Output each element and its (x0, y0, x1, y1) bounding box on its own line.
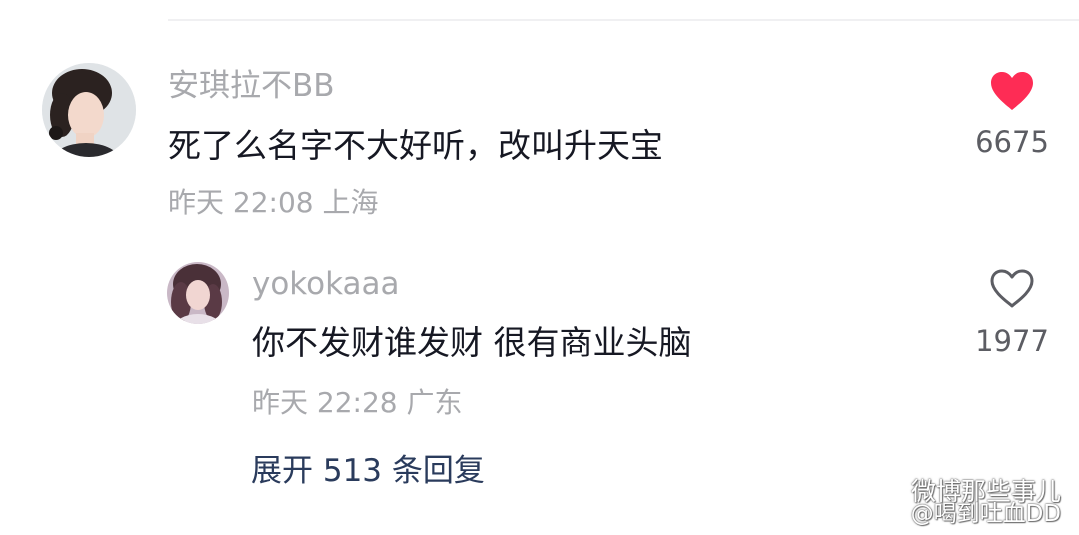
like-heart-filled-icon[interactable] (989, 71, 1035, 115)
like-heart-outline-icon[interactable] (989, 268, 1035, 314)
replier-avatar[interactable] (167, 262, 229, 324)
commenter-username[interactable]: 安琪拉不BB (168, 71, 335, 102)
top-divider (168, 19, 1079, 21)
comment-like-count: 6675 (975, 125, 1049, 159)
comment-location: 上海 (322, 186, 379, 219)
commenter-avatar[interactable] (42, 63, 136, 157)
comment-meta: 昨天 22:08 上海 (168, 189, 379, 217)
watermark-handle: @喝到吐血DD (910, 501, 1061, 527)
replier-username[interactable]: yokokaaa (252, 269, 400, 300)
reply-location: 广东 (406, 386, 463, 419)
reply-meta: 昨天 22:28 广东 (252, 389, 463, 417)
watermark-channel-text: 微博那些事儿 (910, 476, 1061, 506)
wechat-icon (871, 476, 905, 506)
reply-time: 昨天 22:28 (252, 386, 398, 419)
comment-time: 昨天 22:08 (168, 186, 314, 219)
reply-text: 你不发财谁发财 很有商业头脑 (252, 323, 692, 362)
reply-like-count: 1977 (975, 324, 1049, 358)
comment-text: 死了么名字不大好听，改叫升天宝 (168, 126, 663, 165)
expand-replies-link[interactable]: 展开 513 条回复 (251, 456, 485, 487)
